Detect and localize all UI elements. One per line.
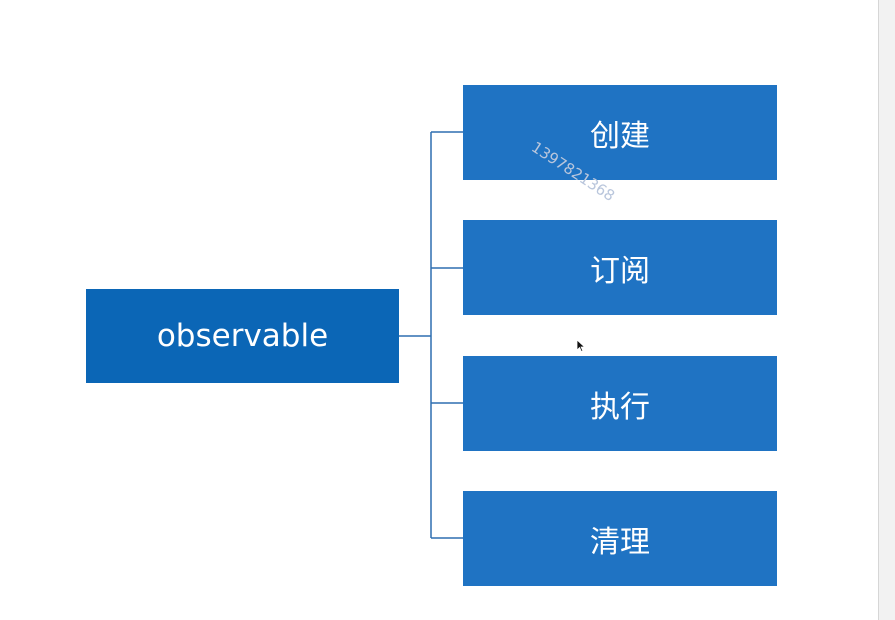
child-label-execute: 执行	[590, 389, 650, 425]
child-label-cleanup: 清理	[590, 524, 650, 560]
child-node-subscribe: 订阅	[463, 220, 777, 315]
child-label-create: 创建	[590, 118, 650, 154]
child-node-cleanup: 清理	[463, 491, 777, 586]
child-node-execute: 执行	[463, 356, 777, 451]
mouse-pointer-icon	[576, 339, 586, 353]
root-label: observable	[156, 318, 329, 354]
child-node-create: 创建	[463, 85, 777, 180]
root-node-observable: observable	[86, 289, 399, 383]
child-label-subscribe: 订阅	[590, 253, 650, 289]
window-edge	[878, 0, 895, 620]
